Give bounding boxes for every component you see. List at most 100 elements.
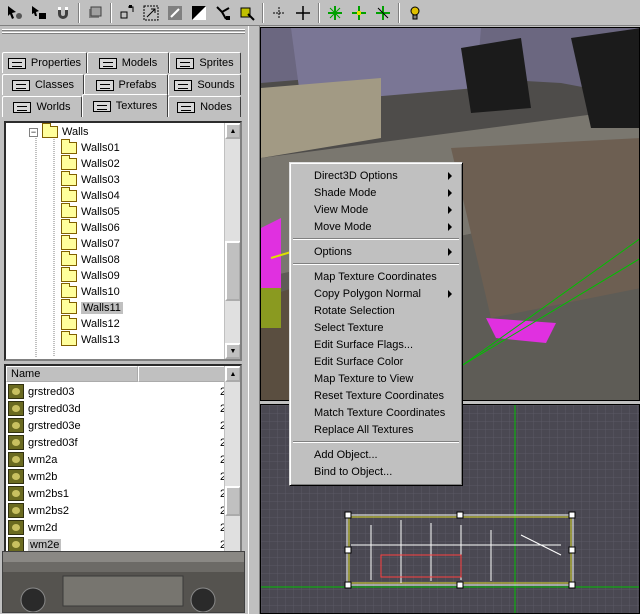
texture-lock-icon[interactable] <box>235 2 258 24</box>
menu-item-bind-to-object[interactable]: Bind to Object... <box>292 463 460 480</box>
texture-list[interactable]: Name grstred0325grstred03d25grstred03e25… <box>4 364 242 574</box>
collapse-icon[interactable]: − <box>29 127 38 137</box>
folder-icon <box>61 219 77 234</box>
center-icon[interactable] <box>267 2 290 24</box>
menu-item-move-mode[interactable]: Move Mode <box>292 218 460 235</box>
menu-item-edit-surface-flags[interactable]: Edit Surface Flags... <box>292 336 460 353</box>
tab-icon <box>11 79 30 91</box>
menu-item-rotate-selection[interactable]: Rotate Selection <box>292 302 460 319</box>
menu-item-label: Direct3D Options <box>314 169 398 182</box>
panel-splitter[interactable] <box>248 26 260 614</box>
texture-thumb-icon <box>8 452 24 467</box>
tab-nodes[interactable]: Nodes <box>168 96 241 117</box>
menu-item-add-object[interactable]: Add Object... <box>292 446 460 463</box>
tree-item-walls[interactable]: − Walls <box>29 123 88 140</box>
menu-item-label: Reset Texture Coordinates <box>314 389 445 402</box>
menu-item-shade-mode[interactable]: Shade Mode <box>292 184 460 201</box>
scroll-up-icon[interactable]: ▲ <box>225 123 240 139</box>
tree-item-walls09[interactable]: Walls09 <box>61 267 120 284</box>
texture-folder-tree[interactable]: − Walls Walls01 Walls02 Walls03 Walls04 Wall… <box>4 121 242 361</box>
menu-item-view-mode[interactable]: View Mode <box>292 201 460 218</box>
tree-item-walls03[interactable]: Walls03 <box>61 171 120 188</box>
shear-icon[interactable] <box>187 2 210 24</box>
texture-thumb-icon <box>8 520 24 535</box>
tab-sounds[interactable]: Sounds <box>168 74 241 95</box>
menu-item-direct3d-options[interactable]: Direct3D Options <box>292 167 460 184</box>
select-link-icon[interactable] <box>27 2 50 24</box>
menu-item-label: Edit Surface Flags... <box>314 338 414 351</box>
list-item[interactable]: grstred0325 <box>8 383 232 400</box>
scroll-up-icon[interactable]: ▲ <box>225 366 240 382</box>
submenu-arrow-icon <box>448 172 452 180</box>
list-item[interactable]: wm2b25 <box>8 468 232 485</box>
scroll-down-icon[interactable]: ▼ <box>225 343 240 359</box>
tab-classes[interactable]: Classes <box>2 74 84 95</box>
vertex-edit-icon[interactable] <box>115 2 138 24</box>
tab-textures[interactable]: Textures <box>82 94 168 117</box>
magnet-icon[interactable] <box>51 2 74 24</box>
tree-item-walls11[interactable]: Walls11 <box>61 299 123 316</box>
list-item[interactable]: wm2d25 <box>8 519 232 536</box>
menu-item-options[interactable]: Options <box>292 243 460 260</box>
menu-item-label: Shade Mode <box>314 186 377 199</box>
scroll-thumb[interactable] <box>225 241 240 301</box>
list-item[interactable]: grstred03e25 <box>8 417 232 434</box>
tab-icon <box>95 79 114 91</box>
menu-item-match-texture-coordinates[interactable]: Match Texture Coordinates <box>292 404 460 421</box>
column-header-name[interactable]: Name <box>6 366 138 382</box>
rotate-icon[interactable] <box>163 2 186 24</box>
tree-item-walls08[interactable]: Walls08 <box>61 251 120 268</box>
list-item[interactable]: grstred03f25 <box>8 434 232 451</box>
tree-item-walls13[interactable]: Walls13 <box>61 331 120 348</box>
list-item[interactable]: wm2bs125 <box>8 485 232 502</box>
menu-item-map-texture-coordinates[interactable]: Map Texture Coordinates <box>292 268 460 285</box>
template-icon[interactable] <box>83 2 106 24</box>
crosshair-icon[interactable] <box>291 2 314 24</box>
tab-properties[interactable]: Properties <box>2 52 87 73</box>
tree-item-walls02[interactable]: Walls02 <box>61 155 120 172</box>
menu-item-label: Replace All Textures <box>314 423 414 436</box>
tree-scrollbar[interactable]: ▲ ▼ <box>224 123 240 359</box>
tab-icon <box>7 57 26 69</box>
tree-label: Walls03 <box>81 174 120 186</box>
tab-prefabs[interactable]: Prefabs <box>84 74 168 95</box>
tab-sprites[interactable]: Sprites <box>169 52 241 73</box>
tree-item-walls06[interactable]: Walls06 <box>61 219 120 236</box>
tree-item-walls10[interactable]: Walls10 <box>61 283 120 300</box>
menu-item-map-texture-to-view[interactable]: Map Texture to View <box>292 370 460 387</box>
menu-item-replace-all-textures[interactable]: Replace All Textures <box>292 421 460 438</box>
menu-item-copy-polygon-normal[interactable]: Copy Polygon Normal <box>292 285 460 302</box>
list-item[interactable]: grstred03d25 <box>8 400 232 417</box>
menu-item-reset-texture-coordinates[interactable]: Reset Texture Coordinates <box>292 387 460 404</box>
list-item[interactable]: wm2a25 <box>8 451 232 468</box>
scroll-thumb[interactable] <box>225 486 240 516</box>
folder-icon <box>61 235 77 250</box>
folder-icon <box>61 187 77 202</box>
lightbulb-icon[interactable] <box>403 2 426 24</box>
column-header-size[interactable] <box>138 366 228 382</box>
list-scrollbar[interactable]: ▲ ▼ <box>224 366 240 572</box>
tab-worlds[interactable]: Worlds <box>2 96 82 117</box>
menu-item-select-texture[interactable]: Select Texture <box>292 319 460 336</box>
submenu-arrow-icon <box>448 223 452 231</box>
list-item[interactable]: wm2bs225 <box>8 502 232 519</box>
toolbar-separator <box>262 2 264 23</box>
snap-grid-rotate-icon[interactable] <box>371 2 394 24</box>
tree-item-walls04[interactable]: Walls04 <box>61 187 120 204</box>
tree-item-walls12[interactable]: Walls12 <box>61 315 120 332</box>
tree-item-walls07[interactable]: Walls07 <box>61 235 120 252</box>
panel-grip[interactable] <box>2 29 245 37</box>
menu-item-edit-surface-color[interactable]: Edit Surface Color <box>292 353 460 370</box>
menu-item-label: Move Mode <box>314 220 372 233</box>
tab-models[interactable]: Models <box>87 52 169 73</box>
tree-item-walls01[interactable]: Walls01 <box>61 139 120 156</box>
snap-grid-yellow-icon[interactable] <box>347 2 370 24</box>
menu-separator <box>293 263 459 265</box>
tree-item-walls05[interactable]: Walls05 <box>61 203 120 220</box>
select-brush-icon[interactable] <box>3 2 26 24</box>
menu-item-label: Match Texture Coordinates <box>314 406 446 419</box>
resize-icon[interactable] <box>139 2 162 24</box>
tab-icon <box>174 79 193 91</box>
clip-icon[interactable] <box>211 2 234 24</box>
snap-grid-icon[interactable] <box>323 2 346 24</box>
